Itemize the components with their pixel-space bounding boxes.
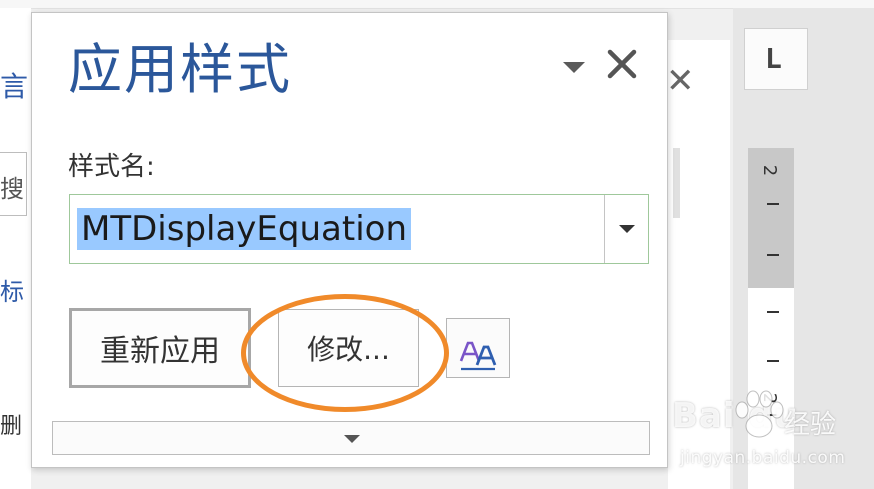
document-left-edge: 言 标 删: [0, 8, 31, 489]
behind-close-icon[interactable]: ✕: [666, 64, 695, 98]
style-name-label: 样式名:: [68, 152, 155, 182]
styles-icon: [459, 341, 497, 370]
style-name-input[interactable]: MTDisplayEquation: [72, 197, 602, 261]
partial-search-box[interactable]: 搜: [0, 152, 27, 216]
styles-pane-button[interactable]: [446, 318, 510, 378]
partial-heading-char: 言: [0, 70, 29, 103]
screen: 言 标 删 搜 ✕ L 2 2 应用样式: [0, 0, 874, 489]
tab-selector-button[interactable]: L: [744, 28, 808, 90]
ruler-tick: [767, 254, 779, 256]
ruler-tick: [767, 360, 779, 362]
style-name-combobox[interactable]: MTDisplayEquation: [69, 194, 649, 264]
partial-search-char: 搜: [0, 175, 24, 203]
watermark-url: jingyan.baidu.com: [680, 448, 846, 468]
apply-styles-pane: 应用样式 样式名: MTDisplayEquation 重新应用 修改...: [31, 12, 668, 468]
modify-button[interactable]: 修改...: [278, 309, 419, 387]
ruler-tick: [767, 311, 779, 313]
style-name-value: MTDisplayEquation: [77, 208, 412, 250]
tab-stop-icon: L: [765, 42, 782, 75]
behind-scrollbar[interactable]: [673, 148, 680, 218]
style-name-dropdown-button[interactable]: [604, 195, 648, 263]
triangle-down-icon: [563, 62, 585, 73]
close-icon: [607, 49, 637, 79]
pane-close-button[interactable]: [605, 47, 639, 81]
reapply-button[interactable]: 重新应用: [69, 308, 251, 388]
paw-icon: [735, 390, 784, 438]
pane-title: 应用样式: [68, 38, 292, 101]
watermark-brand: 经验: [784, 410, 837, 440]
expand-pane-bar[interactable]: [52, 421, 650, 455]
watermark: Bai du 经验 jingyan.baidu.com: [672, 388, 872, 484]
ruler-tick: [767, 203, 779, 205]
pane-options-button[interactable]: [560, 55, 588, 79]
partial-text-char: 删: [0, 414, 23, 439]
ruler-number: 2: [759, 164, 781, 177]
chevron-down-icon: [619, 225, 635, 233]
triangle-down-icon: [344, 435, 360, 443]
partial-heading-char: 标: [0, 278, 24, 306]
